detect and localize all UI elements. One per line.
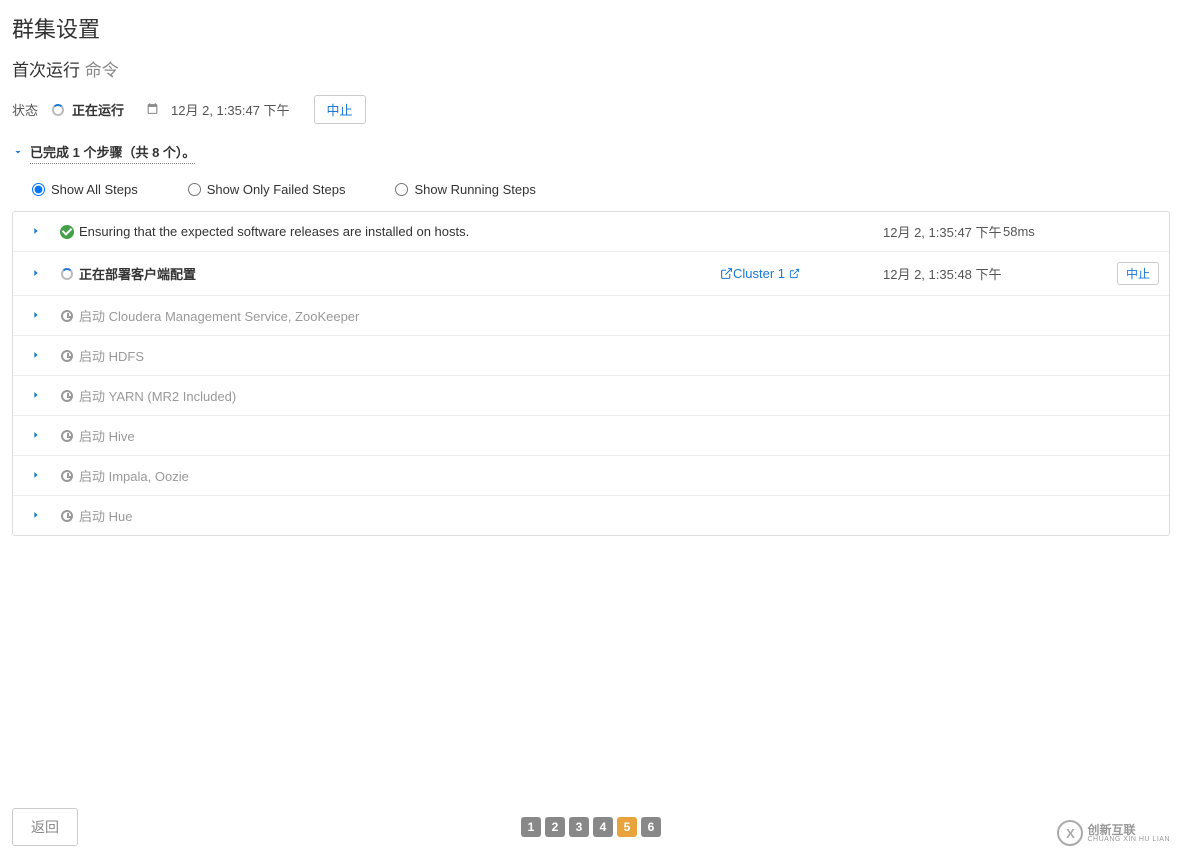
check-icon [55,225,79,239]
chevron-right-icon[interactable] [31,348,55,363]
brand-logo-text: 创新互联 [1087,824,1170,836]
summary-text: 已完成 1 个步骤（共 8 个）。 [30,142,195,164]
step-desc: 启动 Cloudera Management Service, ZooKeepe… [79,306,613,325]
step-desc: 启动 Impala, Oozie [79,466,613,485]
page-2[interactable]: 2 [545,817,565,837]
calendar-icon [146,102,159,118]
step-timestamp: 12月 2, 1:35:48 下午 [883,264,1003,283]
abort-button[interactable]: 中止 [314,95,366,124]
step-row: 正在部署客户端配置 Cluster 1 12月 2, 1:35:48 下午 中止 [13,251,1169,295]
chevron-right-icon[interactable] [31,468,55,483]
page-4[interactable]: 4 [593,817,613,837]
status-label: 状态 [12,100,38,119]
page-5[interactable]: 5 [617,817,637,837]
step-row: 启动 Hue [13,495,1169,535]
step-row: 启动 YARN (MR2 Included) [13,375,1169,415]
step-desc: 启动 YARN (MR2 Included) [79,386,613,405]
status-text: 正在运行 [72,100,124,119]
footer: 返回 1 2 3 4 5 6 X 创新互联 CHUANG XIN HU LIAN [12,808,1170,846]
clock-icon [55,510,79,522]
pager: 1 2 3 4 5 6 [521,817,661,837]
chevron-down-icon[interactable] [12,146,24,161]
subtitle-suffix: 命令 [85,61,119,80]
step-timestamp: 12月 2, 1:35:47 下午 [883,222,1003,241]
step-desc: 启动 Hue [79,506,613,525]
chevron-right-icon[interactable] [31,308,55,323]
clock-icon [55,350,79,362]
step-row: 启动 Impala, Oozie [13,455,1169,495]
filter-all-radio[interactable] [32,183,45,196]
clock-icon [55,310,79,322]
page-1[interactable]: 1 [521,817,541,837]
page-title: 群集设置 [12,12,1170,44]
clock-icon [55,470,79,482]
filter-running-radio[interactable] [395,183,408,196]
page-3[interactable]: 3 [569,817,589,837]
filter-failed-label: Show Only Failed Steps [207,182,346,197]
filter-running-label: Show Running Steps [414,182,535,197]
filter-running[interactable]: Show Running Steps [395,182,535,197]
filter-row: Show All Steps Show Only Failed Steps Sh… [12,182,1170,211]
chevron-right-icon[interactable] [31,266,55,281]
page-6[interactable]: 6 [641,817,661,837]
step-desc: 启动 HDFS [79,346,613,365]
filter-failed[interactable]: Show Only Failed Steps [188,182,346,197]
clock-icon [55,430,79,442]
steps-list: Ensuring that the expected software rele… [12,211,1170,536]
status-line: 状态 正在运行 12月 2, 1:35:47 下午 中止 [12,95,1170,124]
clock-icon [55,390,79,402]
chevron-right-icon[interactable] [31,224,55,239]
step-desc: 正在部署客户端配置 [79,264,613,283]
back-button[interactable]: 返回 [12,808,78,846]
steps-summary[interactable]: 已完成 1 个步骤（共 8 个）。 [12,142,1170,164]
external-link-icon[interactable] [720,267,733,280]
filter-all[interactable]: Show All Steps [32,182,138,197]
step-desc: 启动 Hive [79,426,613,445]
step-row: 启动 Cloudera Management Service, ZooKeepe… [13,295,1169,335]
step-duration: 58ms [1003,224,1103,239]
cluster-link-text: Cluster 1 [733,266,785,281]
step-row: Ensuring that the expected software rele… [13,212,1169,251]
step-abort-button[interactable]: 中止 [1117,262,1159,285]
status-timestamp: 12月 2, 1:35:47 下午 [171,100,290,119]
chevron-right-icon[interactable] [31,388,55,403]
brand-logo-icon: X [1057,820,1083,846]
chevron-right-icon[interactable] [31,508,55,523]
brand-logo-subtext: CHUANG XIN HU LIAN [1087,836,1170,843]
filter-all-label: Show All Steps [51,182,138,197]
chevron-right-icon[interactable] [31,428,55,443]
cluster-link[interactable]: Cluster 1 [733,266,800,281]
spinner-icon [55,268,79,280]
step-row: 启动 HDFS [13,335,1169,375]
spinner-icon [52,104,64,116]
filter-failed-radio[interactable] [188,183,201,196]
step-row: 启动 Hive [13,415,1169,455]
brand-logo: X 创新互联 CHUANG XIN HU LIAN [1057,820,1170,846]
step-desc: Ensuring that the expected software rele… [79,224,613,239]
subtitle: 首次运行 命令 [12,56,1170,81]
subtitle-main: 首次运行 [12,61,80,80]
